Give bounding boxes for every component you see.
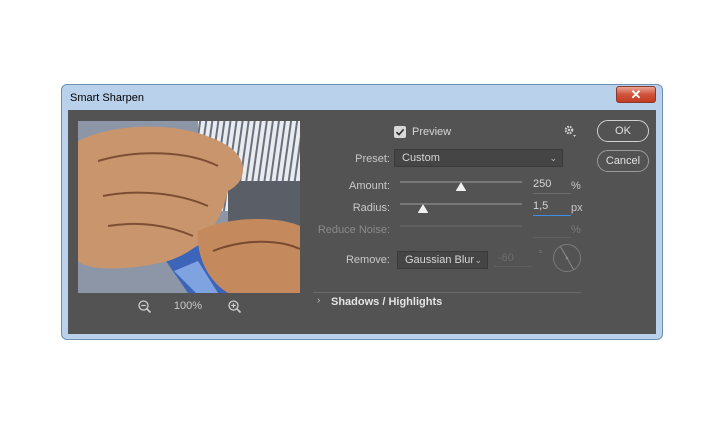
dialog-content: 100% Preview Preset: Custom ⌄ Amount: 25… (68, 110, 656, 334)
reduce-noise-input (533, 221, 571, 238)
preview-checkbox[interactable] (394, 126, 406, 138)
zoom-level: 100% (173, 300, 203, 312)
preview-image[interactable] (78, 121, 300, 293)
remove-select[interactable]: Gaussian Blur ⌄ (397, 251, 488, 269)
radius-unit: px (571, 202, 583, 214)
cancel-button[interactable]: Cancel (597, 150, 649, 172)
amount-unit: % (571, 180, 581, 192)
remove-label: Remove: (345, 254, 390, 266)
title-bar[interactable]: Smart Sharpen ✕ (62, 85, 662, 111)
checkmark-icon (395, 128, 405, 136)
chevron-down-icon: ⌄ (549, 153, 557, 163)
remove-value: Gaussian Blur (405, 254, 475, 266)
amount-input[interactable]: 250 (533, 177, 571, 194)
dialog-title: Smart Sharpen (70, 92, 144, 104)
amount-label: Amount: (349, 180, 390, 192)
preset-value: Custom (402, 152, 440, 164)
radius-label: Radius: (352, 202, 390, 214)
angle-input: -60 (494, 251, 532, 267)
preview-label: Preview (412, 126, 452, 138)
ok-button[interactable]: OK (597, 120, 649, 142)
preview-picture (78, 121, 300, 293)
smart-sharpen-dialog: Smart Sharpen ✕ 100% Preview Preset: Cus… (61, 84, 663, 340)
preset-select[interactable]: Custom ⌄ (394, 149, 563, 167)
shadows-highlights-toggle[interactable]: Shadows / Highlights (331, 296, 442, 308)
zoom-out-icon[interactable] (136, 298, 154, 316)
chevron-down-icon: ⌄ (474, 255, 482, 265)
preset-label: Preset: (355, 153, 390, 165)
zoom-in-icon[interactable] (226, 298, 244, 316)
chevron-right-icon[interactable]: › (317, 295, 320, 306)
close-icon: ✕ (630, 87, 642, 102)
reduce-noise-slider-track (400, 225, 522, 227)
close-button[interactable]: ✕ (616, 86, 656, 103)
gear-icon[interactable] (563, 124, 577, 138)
section-divider (313, 292, 581, 293)
angle-dial-icon (552, 243, 582, 273)
degree-unit: ° (538, 249, 543, 261)
reduce-noise-unit: % (571, 224, 581, 236)
radius-input[interactable]: 1,5 (533, 199, 571, 216)
reduce-noise-label: Reduce Noise: (317, 224, 390, 236)
